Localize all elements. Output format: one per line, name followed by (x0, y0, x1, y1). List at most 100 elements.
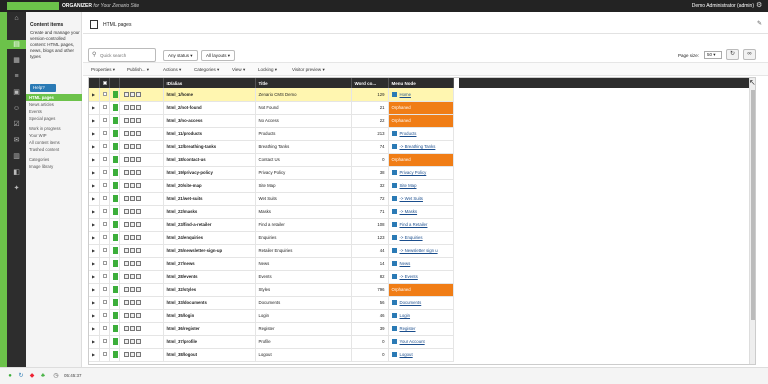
row-expand[interactable]: ▶ (89, 153, 100, 167)
expand-arrow-icon[interactable]: ▶ (92, 92, 95, 97)
table-row[interactable]: ▶ html_35/login Login 46 Login (89, 309, 454, 323)
table-row[interactable]: ▶ html_36/register Register 39 Register (89, 322, 454, 336)
table-row[interactable]: ▶ html_1/home Zenario CMS Demo 129 Home (89, 88, 454, 102)
row-checkbox[interactable] (102, 118, 107, 122)
row-checkbox[interactable] (102, 326, 107, 330)
menu-node-cell[interactable]: Orphaned (388, 114, 454, 128)
info-icon[interactable] (123, 326, 129, 332)
edit-icon[interactable] (135, 157, 141, 163)
quick-search[interactable]: ⚲ (88, 48, 156, 62)
menu-node-cell[interactable]: News (388, 257, 454, 271)
preview-icon[interactable] (129, 183, 135, 189)
layout-filter[interactable]: All layouts ▾ (201, 50, 236, 61)
edit-icon[interactable] (135, 339, 141, 345)
edit-icon[interactable] (135, 222, 141, 228)
info-icon[interactable] (123, 183, 129, 189)
row-select[interactable] (99, 153, 110, 167)
info-icon[interactable] (123, 144, 129, 150)
expand-arrow-icon[interactable]: ▶ (92, 222, 95, 227)
row-id[interactable]: html_18/contact-us (163, 153, 256, 167)
row-checkbox[interactable] (102, 209, 107, 213)
toolbar-publish[interactable]: Publish... ▾ (127, 66, 149, 73)
col-id-header[interactable]: ID/alias (163, 78, 256, 88)
expand-arrow-icon[interactable]: ▶ (92, 326, 95, 331)
info-icon[interactable] (123, 222, 129, 228)
row-id[interactable]: html_28/events (163, 270, 256, 284)
edit-icon[interactable] (135, 300, 141, 306)
row-expand[interactable]: ▶ (89, 283, 100, 297)
preview-icon[interactable] (129, 91, 135, 97)
menu-node-link[interactable]: Your Account (400, 339, 425, 344)
row-checkbox[interactable] (102, 222, 107, 226)
row-select[interactable] (99, 348, 110, 362)
info-icon[interactable] (123, 105, 129, 111)
row-checkbox[interactable] (102, 300, 107, 304)
row-checkbox[interactable] (102, 91, 107, 96)
edit-icon[interactable] (135, 196, 141, 202)
row-expand[interactable]: ▶ (89, 205, 100, 219)
preview-icon[interactable] (129, 300, 135, 306)
preview-icon[interactable] (129, 339, 135, 345)
row-expand[interactable]: ▶ (89, 244, 100, 258)
calendar-icon[interactable]: ▥ (12, 152, 21, 161)
row-checkbox[interactable] (102, 157, 107, 161)
expand-arrow-icon[interactable]: ▶ (92, 170, 95, 175)
select-all-checkbox[interactable] (102, 80, 107, 85)
info-icon[interactable] (123, 131, 129, 137)
row-expand[interactable]: ▶ (89, 192, 100, 206)
info-icon[interactable] (123, 313, 129, 319)
info-icon[interactable] (123, 300, 129, 306)
row-select[interactable] (99, 127, 110, 141)
expand-arrow-icon[interactable]: ▶ (92, 300, 95, 305)
row-select[interactable] (99, 166, 110, 180)
table-row[interactable]: ▶ html_32/styles Styles 796 Orphaned (89, 283, 454, 297)
row-checkbox[interactable] (102, 352, 107, 356)
nav-item-categories[interactable]: Categories (26, 156, 82, 163)
nav-item-trashed[interactable]: Trashed content (26, 146, 82, 153)
row-expand[interactable]: ▶ (89, 322, 100, 336)
row-expand[interactable]: ▶ (89, 348, 100, 362)
edit-icon[interactable] (135, 144, 141, 150)
row-expand[interactable]: ▶ (89, 101, 100, 115)
expand-arrow-icon[interactable]: ▶ (92, 352, 95, 357)
preview-icon[interactable] (129, 196, 135, 202)
row-checkbox[interactable] (102, 196, 107, 200)
table-row[interactable]: ▶ html_24/enquiries Enquiries 123 -> Enquiri… (89, 231, 454, 245)
menu-node-cell[interactable]: -> Masks (388, 205, 454, 219)
nav-item-html-pages[interactable]: HTML pages (26, 94, 82, 101)
col-title-header[interactable]: Title (255, 78, 352, 88)
forms-icon[interactable]: ☑ (12, 120, 21, 129)
expand-arrow-icon[interactable]: ▶ (92, 274, 95, 279)
expand-arrow-icon[interactable]: ▶ (92, 339, 95, 344)
row-expand[interactable]: ▶ (89, 218, 100, 232)
row-checkbox[interactable] (102, 274, 107, 278)
menu-node-cell[interactable]: Your Account (388, 335, 454, 349)
menu-node-link[interactable]: -> Enquiries (400, 235, 423, 240)
edit-icon[interactable] (135, 170, 141, 176)
info-icon[interactable] (123, 287, 129, 293)
row-expand[interactable]: ▶ (89, 296, 100, 310)
row-expand[interactable]: ▶ (89, 335, 100, 349)
nav-item-special-pages[interactable]: Special pages (26, 115, 82, 122)
edit-icon[interactable] (135, 105, 141, 111)
row-select[interactable] (99, 270, 110, 284)
email-icon[interactable]: ✉ (12, 136, 21, 145)
menu-node-cell[interactable]: Documents (388, 296, 454, 310)
row-select[interactable] (99, 257, 110, 271)
table-row[interactable]: ▶ html_2/not-found Not Found 21 Orphaned (89, 101, 454, 115)
grid-scrollbar[interactable] (749, 78, 755, 364)
row-checkbox[interactable] (102, 183, 107, 187)
menu-node-cell[interactable]: -> Enquiries (388, 231, 454, 245)
row-checkbox[interactable] (102, 339, 107, 343)
row-select[interactable] (99, 244, 110, 258)
info-icon[interactable] (123, 274, 129, 280)
row-id[interactable]: html_36/register (163, 322, 256, 336)
row-select[interactable] (99, 309, 110, 323)
settings-icon[interactable]: ✦ (12, 184, 21, 193)
nav-item-events[interactable]: Events (26, 108, 82, 115)
nav-item-your-wip[interactable]: Your WIP (26, 132, 82, 139)
row-select[interactable] (99, 140, 110, 154)
preview-icon[interactable] (129, 105, 135, 111)
info-icon[interactable] (123, 235, 129, 241)
scrollbar-thumb[interactable] (751, 90, 755, 320)
